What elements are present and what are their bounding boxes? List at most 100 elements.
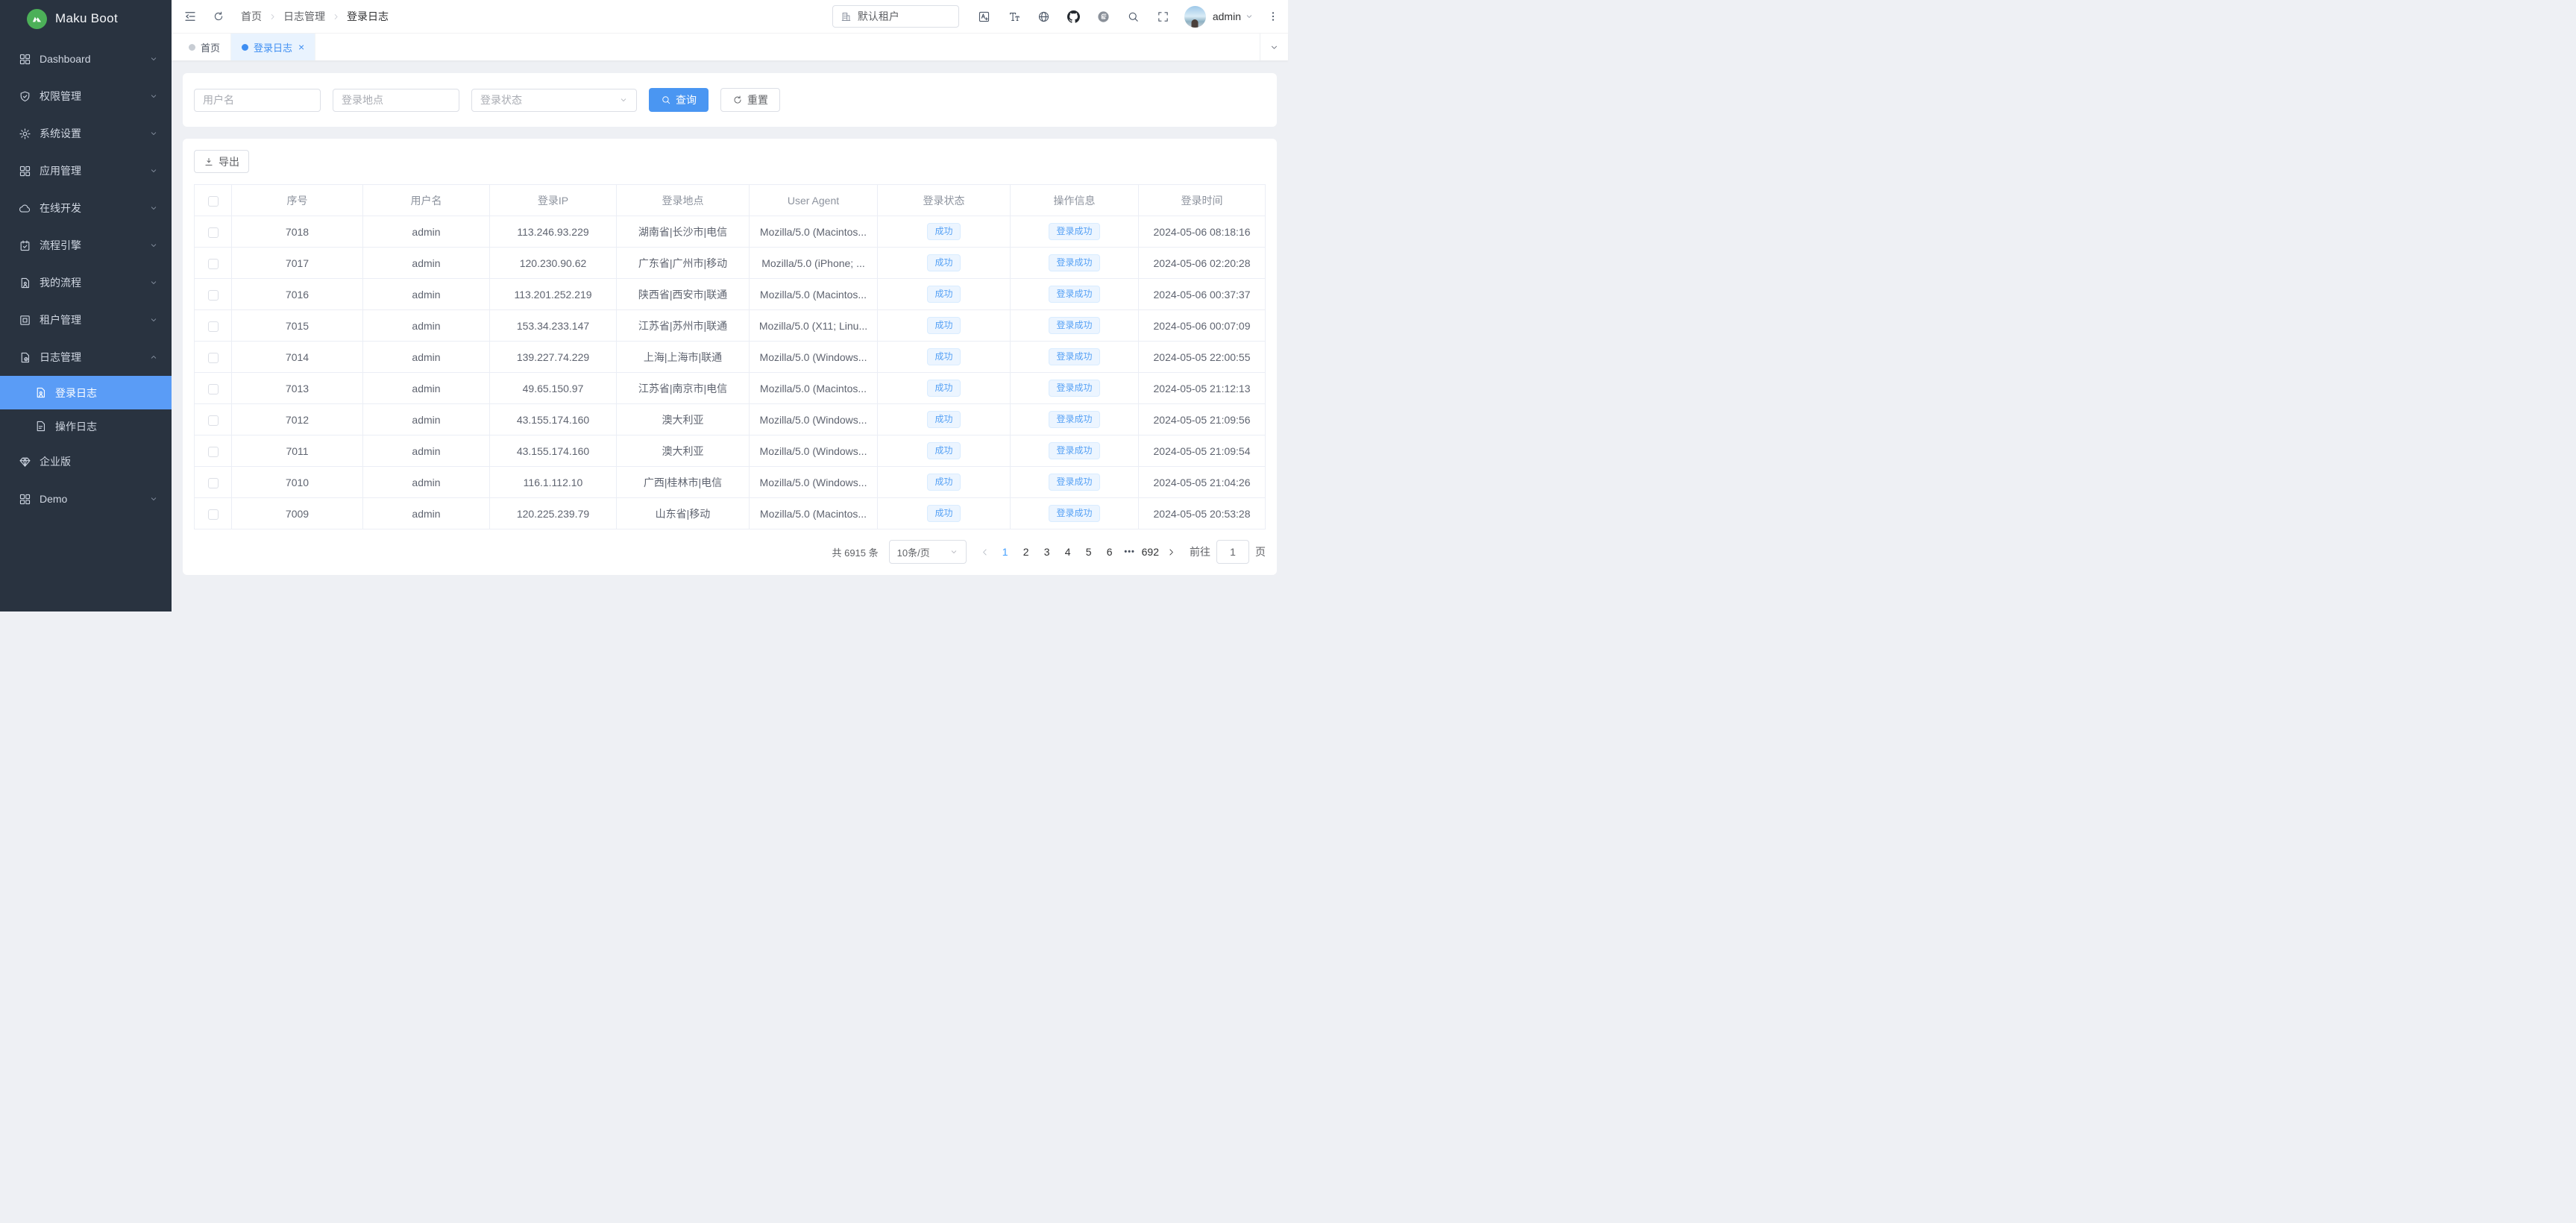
- cell-time: 2024-05-05 21:12:13: [1139, 373, 1266, 404]
- cell-user-agent: Mozilla/5.0 (Macintos...: [750, 279, 878, 310]
- page-5-button[interactable]: 5: [1078, 540, 1099, 564]
- tenant-select[interactable]: 默认租户: [832, 5, 959, 28]
- next-page-button[interactable]: [1161, 540, 1181, 564]
- breadcrumb-section[interactable]: 日志管理: [283, 9, 325, 24]
- cell-location: 陕西省|西安市|联通: [617, 279, 750, 310]
- sidebar-item-log-management[interactable]: 日志管理: [0, 339, 172, 376]
- row-checkbox[interactable]: [208, 415, 219, 426]
- sidebar-item-tenant-management[interactable]: 租户管理: [0, 301, 172, 339]
- row-checkbox[interactable]: [208, 509, 219, 520]
- row-checkbox[interactable]: [208, 478, 219, 488]
- search-icon[interactable]: [1127, 10, 1140, 23]
- row-checkbox[interactable]: [208, 259, 219, 269]
- cell-user-agent: Mozilla/5.0 (Windows...: [750, 467, 878, 498]
- globe-icon[interactable]: [1037, 10, 1050, 23]
- row-select-cell: [195, 248, 232, 279]
- reset-button-label: 重置: [747, 92, 768, 107]
- location-filter-input[interactable]: [333, 89, 459, 112]
- sidebar-item-online-dev[interactable]: 在线开发: [0, 189, 172, 227]
- sidebar-item-demo[interactable]: Demo: [0, 480, 172, 518]
- reset-button[interactable]: 重置: [720, 88, 780, 112]
- table-row: 7011admin43.155.174.160澳大利亚Mozilla/5.0 (…: [195, 436, 1266, 467]
- column-header: 操作信息: [1011, 185, 1139, 216]
- status-filter-select[interactable]: 登录状态: [471, 89, 637, 112]
- refresh-page-icon[interactable]: [213, 10, 224, 22]
- cell-operation: 登录成功: [1011, 404, 1139, 436]
- username-filter-input[interactable]: [194, 89, 321, 112]
- sidebar-item-label: Demo: [40, 493, 67, 505]
- tabs-dropdown-button[interactable]: [1260, 34, 1288, 60]
- sidebar-item-enterprise[interactable]: 企业版: [0, 443, 172, 480]
- translate-icon[interactable]: [978, 10, 990, 23]
- sidebar-item-flow-engine[interactable]: 流程引擎: [0, 227, 172, 264]
- goto-page: 前往 页: [1190, 540, 1266, 564]
- page-4-button[interactable]: 4: [1058, 540, 1078, 564]
- column-header: 登录地点: [617, 185, 750, 216]
- cell-ip: 153.34.233.147: [490, 310, 617, 342]
- fullscreen-icon[interactable]: [1157, 10, 1169, 23]
- user-menu[interactable]: admin: [1184, 6, 1254, 28]
- table-row: 7010admin116.1.112.10广西|桂林市|电信Mozilla/5.…: [195, 467, 1266, 498]
- sidebar-item-app-management[interactable]: 应用管理: [0, 152, 172, 189]
- row-select-cell: [195, 373, 232, 404]
- column-header: User Agent: [750, 185, 878, 216]
- prev-page-button[interactable]: [976, 540, 995, 564]
- cell-status: 成功: [878, 373, 1011, 404]
- page-692-button[interactable]: 692: [1140, 540, 1161, 564]
- github-icon[interactable]: [1067, 10, 1080, 23]
- operation-badge: 登录成功: [1049, 380, 1099, 397]
- sidebar-menu: Dashboard权限管理系统设置应用管理在线开发流程引擎我的流程租户管理日志管…: [0, 37, 172, 612]
- topbar: 首页 日志管理 登录日志 默认租户: [172, 0, 1288, 34]
- goto-page-input[interactable]: [1216, 540, 1249, 564]
- sidebar-item-my-flow[interactable]: 我的流程: [0, 264, 172, 301]
- sidebar-item-permission[interactable]: 权限管理: [0, 78, 172, 115]
- search-button[interactable]: 查询: [649, 88, 709, 112]
- page-1-button[interactable]: 1: [995, 540, 1016, 564]
- cell-location: 澳大利亚: [617, 404, 750, 436]
- apps-icon: [19, 493, 31, 506]
- row-checkbox[interactable]: [208, 290, 219, 301]
- sidebar-item-system-settings[interactable]: 系统设置: [0, 115, 172, 152]
- collapse-sidebar-icon[interactable]: [183, 10, 197, 23]
- chevron-right-icon: [1166, 547, 1176, 557]
- cell-status: 成功: [878, 436, 1011, 467]
- breadcrumb: 首页 日志管理 登录日志: [241, 9, 389, 24]
- breadcrumb-home[interactable]: 首页: [241, 9, 262, 24]
- table-row: 7014admin139.227.74.229上海|上海市|联通Mozilla/…: [195, 342, 1266, 373]
- app-logo[interactable]: Maku Boot: [0, 0, 172, 37]
- cell-id: 7016: [232, 279, 363, 310]
- chevron-down-icon: [149, 129, 158, 138]
- row-checkbox[interactable]: [208, 353, 219, 363]
- cell-operation: 登录成功: [1011, 248, 1139, 279]
- page-size-select[interactable]: 10条/页: [889, 540, 967, 564]
- content: 登录状态 查询 重置 导出: [172, 61, 1288, 612]
- kebab-menu-icon[interactable]: [1267, 10, 1279, 22]
- row-checkbox[interactable]: [208, 447, 219, 457]
- page-3-button[interactable]: 3: [1037, 540, 1058, 564]
- tab-login-log[interactable]: 登录日志×: [231, 34, 315, 60]
- frame-icon: [19, 314, 31, 327]
- row-checkbox[interactable]: [208, 321, 219, 332]
- sidebar-subitem-operation-log[interactable]: 操作日志: [0, 409, 172, 443]
- page-6-button[interactable]: 6: [1099, 540, 1120, 564]
- sidebar-subitem-login-log[interactable]: 登录日志: [0, 376, 172, 409]
- font-size-icon[interactable]: [1008, 10, 1020, 23]
- cell-location: 湖南省|长沙市|电信: [617, 216, 750, 248]
- chevron-down-icon: [1245, 12, 1254, 21]
- gitee-icon[interactable]: [1097, 10, 1110, 23]
- operation-badge: 登录成功: [1049, 474, 1099, 491]
- export-button[interactable]: 导出: [194, 150, 249, 173]
- table-row: 7016admin113.201.252.219陕西省|西安市|联通Mozill…: [195, 279, 1266, 310]
- row-checkbox[interactable]: [208, 227, 219, 238]
- avatar: [1184, 6, 1206, 28]
- cell-status: 成功: [878, 279, 1011, 310]
- cell-location: 广西|桂林市|电信: [617, 467, 750, 498]
- tab-close-icon[interactable]: ×: [298, 42, 304, 52]
- row-checkbox[interactable]: [208, 384, 219, 394]
- cell-username: admin: [363, 404, 490, 436]
- tab-home[interactable]: 首页: [178, 34, 231, 60]
- page-2-button[interactable]: 2: [1016, 540, 1037, 564]
- sidebar-item-label: 流程引擎: [40, 238, 81, 253]
- sidebar-item-dashboard[interactable]: Dashboard: [0, 40, 172, 78]
- select-all-checkbox[interactable]: [208, 196, 219, 207]
